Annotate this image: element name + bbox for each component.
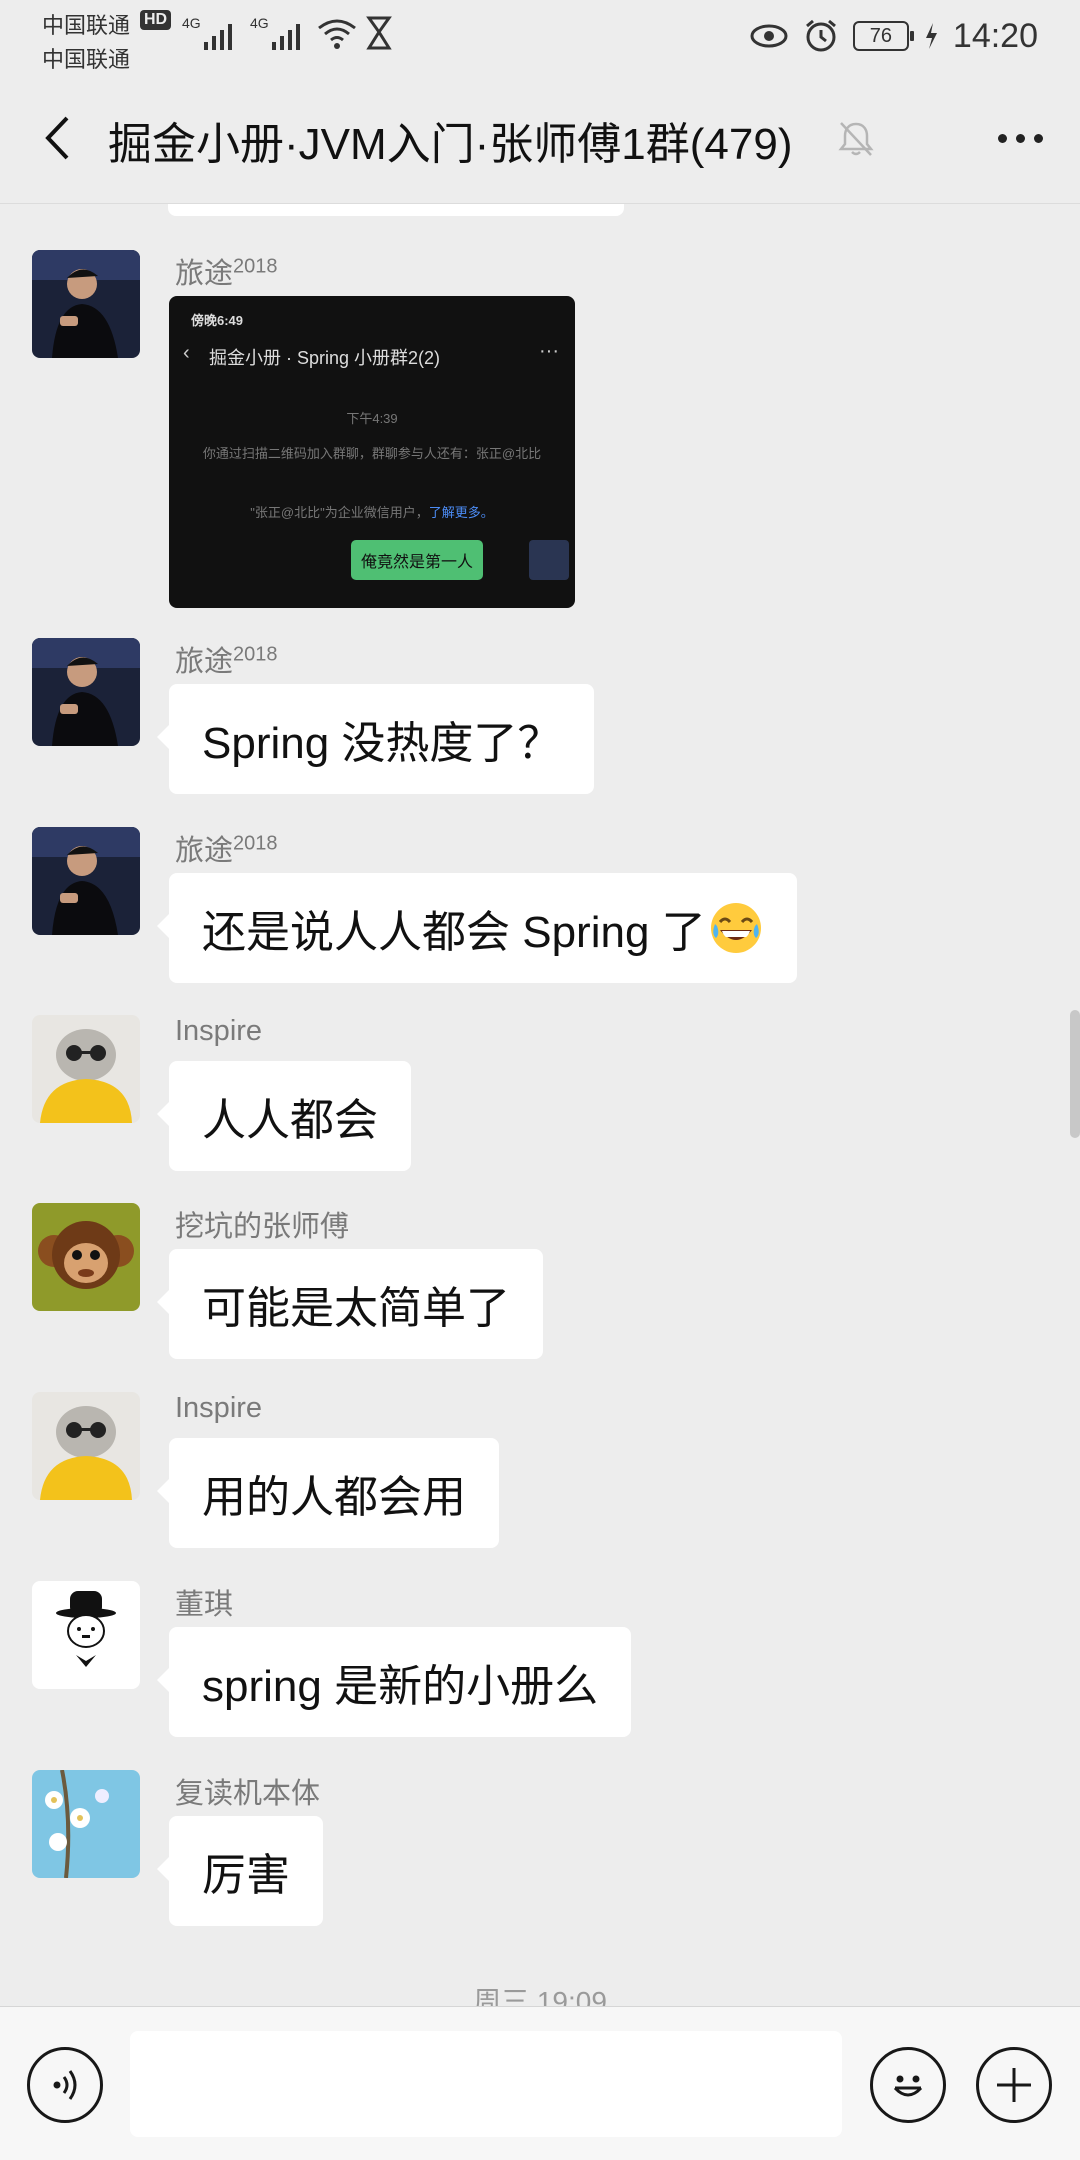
image-green-bubble: 俺竟然是第一人 bbox=[351, 540, 484, 580]
status-bar: 中国联通 HD 中国联通 4G 4G 76 14:20 bbox=[0, 0, 1080, 72]
input-bar bbox=[0, 2006, 1080, 2160]
laughing-emoji-icon bbox=[710, 903, 761, 953]
chat-header: 掘金小册·JVM入门·张师傅1群(479) bbox=[0, 72, 1080, 204]
signal-4g-icon: 4G bbox=[182, 15, 232, 50]
plus-icon bbox=[997, 2068, 1031, 2102]
message-bubble[interactable]: 可能是太简单了 bbox=[157, 1249, 543, 1359]
status-right: 76 14:20 bbox=[749, 12, 1038, 60]
voice-button[interactable] bbox=[27, 2047, 103, 2123]
charging-icon bbox=[925, 23, 937, 49]
message-bubble[interactable]: 厉害 bbox=[157, 1816, 323, 1926]
avatar-lvtu[interactable] bbox=[32, 827, 140, 935]
more-options-button[interactable] bbox=[988, 110, 1052, 166]
message-bubble[interactable]: 还是说人人都会 Spring 了 bbox=[157, 873, 797, 983]
sender-name: 复读机本体 bbox=[175, 1778, 321, 1810]
battery-indicator: 76 bbox=[852, 21, 914, 51]
message-list[interactable]: 旅途2018 傍晚6:49 ‹ 掘金小册 · Spring 小册群2(2) ··… bbox=[0, 204, 1080, 2004]
emoji-button[interactable] bbox=[870, 2047, 946, 2123]
carrier-2: 中国联通 bbox=[42, 47, 131, 72]
voice-icon bbox=[53, 2070, 77, 2100]
image-chat-title: 掘金小册 · Spring 小册群2(2) bbox=[209, 348, 441, 368]
mute-bell-icon bbox=[838, 122, 874, 156]
sender-name: 旅途2018 bbox=[175, 832, 278, 867]
hd-badge: HD bbox=[140, 10, 172, 30]
avatar-inspire[interactable] bbox=[32, 1015, 140, 1123]
message-bubble[interactable]: 人人都会 bbox=[157, 1061, 411, 1171]
image-back-icon: ‹ bbox=[183, 342, 190, 364]
carrier-1: 中国联通 bbox=[42, 13, 131, 38]
avatar-fuduji[interactable] bbox=[32, 1770, 140, 1878]
net-label-1: 4G bbox=[182, 15, 201, 31]
message-input[interactable] bbox=[130, 2031, 842, 2137]
sender-name: 董琪 bbox=[175, 1589, 234, 1621]
clock: 14:20 bbox=[952, 16, 1038, 55]
avatar-wakeng[interactable] bbox=[32, 1203, 140, 1311]
plus-button[interactable] bbox=[976, 2047, 1052, 2123]
net-label-2: 4G bbox=[250, 15, 269, 31]
sender-name: 旅途2018 bbox=[175, 255, 278, 290]
back-button[interactable] bbox=[30, 110, 86, 166]
image-status-time: 傍晚6:49 bbox=[191, 313, 244, 328]
sender-name: Inspire bbox=[175, 1015, 263, 1047]
image-system-join: 你通过扫描二维码加入群聊，群聊参与人还有：张正@北比 bbox=[202, 446, 542, 461]
previous-message-bubble-edge bbox=[168, 204, 624, 216]
emoji-icon bbox=[893, 2075, 923, 2097]
image-message[interactable]: 傍晚6:49 ‹ 掘金小册 · Spring 小册群2(2) ··· 下午4:3… bbox=[169, 296, 575, 608]
sender-name: 旅途2018 bbox=[175, 643, 278, 678]
hourglass-icon bbox=[366, 16, 392, 50]
wifi-icon bbox=[318, 19, 356, 49]
avatar-inspire[interactable] bbox=[32, 1392, 140, 1500]
sender-name: 挖坑的张师傅 bbox=[175, 1211, 350, 1243]
back-arrow-icon bbox=[45, 116, 69, 160]
message-bubble[interactable]: Spring 没热度了？ bbox=[156, 684, 595, 794]
scrollbar[interactable] bbox=[1070, 1010, 1080, 1138]
image-avatar bbox=[529, 540, 569, 580]
signal-4g-icon-2: 4G bbox=[250, 15, 300, 50]
image-system-note: "张正@北比"为企业微信用户，了解更多。 bbox=[250, 505, 494, 520]
message-text: 还是说人人都会 Spring 了 bbox=[202, 908, 706, 957]
sender-name: Inspire bbox=[175, 1392, 263, 1424]
avatar-dongqi[interactable] bbox=[32, 1581, 140, 1689]
chat-title: 掘金小册·JVM入门·张师傅1群(479) bbox=[108, 120, 793, 169]
avatar-lvtu[interactable] bbox=[32, 250, 140, 358]
image-more-icon: ··· bbox=[539, 340, 559, 362]
message-bubble[interactable]: spring 是新的小册么 bbox=[156, 1627, 632, 1737]
image-system-time: 下午4:39 bbox=[346, 411, 398, 426]
avatar-lvtu[interactable] bbox=[32, 638, 140, 746]
alarm-icon bbox=[805, 19, 836, 52]
message-bubble[interactable]: 用的人都会用 bbox=[157, 1438, 499, 1548]
eye-icon bbox=[750, 24, 788, 48]
more-dots-icon bbox=[997, 133, 1007, 143]
